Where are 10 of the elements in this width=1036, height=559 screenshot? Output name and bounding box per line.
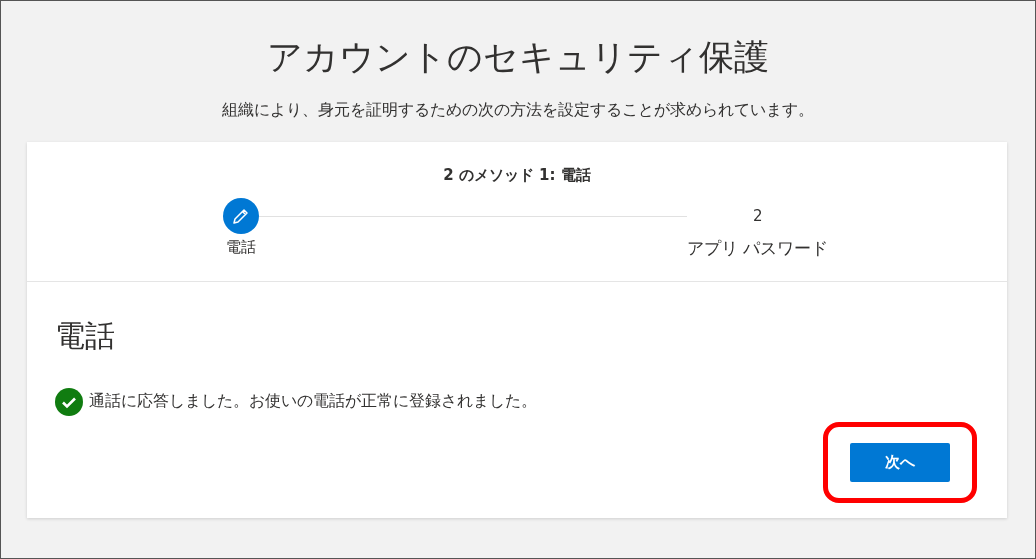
- next-button[interactable]: 次へ: [850, 442, 950, 482]
- section-title: 電話: [55, 317, 116, 354]
- step-number: 2: [752, 206, 763, 227]
- progress-title: 2 のメソッド 1: 電話: [442, 164, 592, 186]
- step-label: アプリ パスワード: [687, 237, 829, 261]
- success-check-icon: [55, 387, 83, 416]
- page-title: アカウントのセキュリティ保護: [266, 36, 770, 79]
- step-label: 電話: [226, 237, 256, 259]
- status-message: 通話に応答しました。お使いの電話が正常に登録されました。: [89, 391, 537, 413]
- page-subtitle: 組織により、身元を証明するための次の方法を設定することが求められています。: [221, 99, 815, 121]
